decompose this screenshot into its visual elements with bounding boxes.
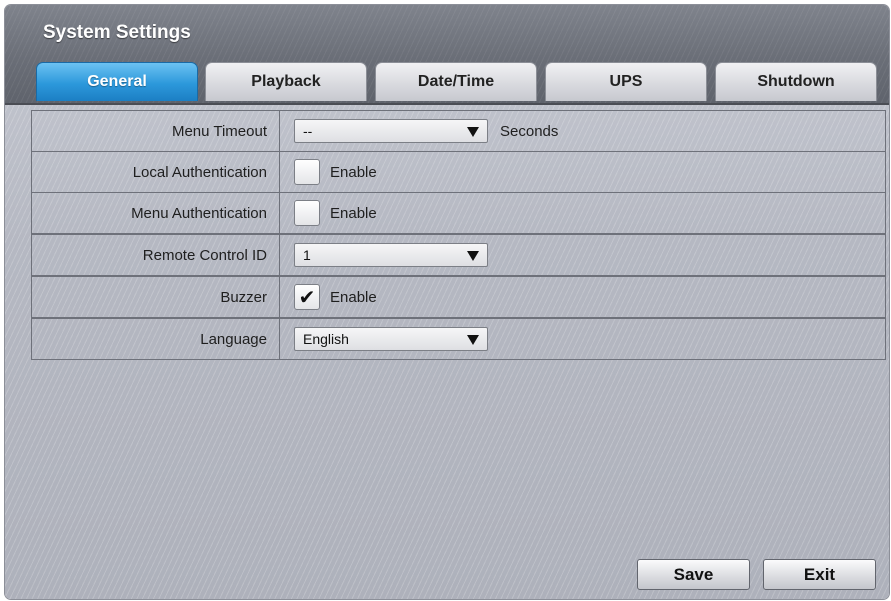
select-value: -- (303, 123, 313, 139)
setting-row-buzzer: Buzzer ✔ Enable (31, 276, 886, 318)
window-title: System Settings (43, 22, 191, 43)
setting-label: Menu Timeout (32, 111, 280, 151)
setting-value: English (280, 319, 885, 359)
setting-value: ✔ Enable (280, 277, 885, 317)
menu-authentication-checkbox[interactable] (294, 200, 320, 226)
tab-label: General (87, 73, 147, 90)
tab-label: Playback (251, 73, 321, 90)
setting-value: -- Seconds (280, 111, 885, 151)
setting-label: Local Authentication (32, 152, 280, 192)
checkmark-icon: ✔ (298, 286, 316, 309)
tab-label: Date/Time (417, 73, 495, 90)
setting-value: Enable (280, 152, 885, 192)
tab-ups[interactable]: UPS (545, 62, 707, 101)
tab-playback[interactable]: Playback (205, 62, 367, 101)
checkbox-label: Enable (330, 163, 377, 181)
remote-control-id-select[interactable]: 1 (294, 243, 488, 267)
exit-button[interactable]: Exit (763, 559, 876, 590)
setting-label: Remote Control ID (32, 235, 280, 275)
checkbox-label: Enable (330, 288, 377, 306)
setting-row-menu-authentication: Menu Authentication Enable (31, 192, 886, 234)
setting-label: Language (32, 319, 280, 359)
checkbox-label: Enable (330, 204, 377, 222)
tab-date-time[interactable]: Date/Time (375, 62, 537, 101)
local-authentication-checkbox[interactable] (294, 159, 320, 185)
tab-shutdown[interactable]: Shutdown (715, 62, 877, 101)
setting-label: Buzzer (32, 277, 280, 317)
select-value: 1 (303, 247, 311, 263)
buzzer-checkbox[interactable]: ✔ (294, 284, 320, 310)
dropdown-arrow-icon (467, 335, 479, 345)
language-select[interactable]: English (294, 327, 488, 351)
setting-row-language: Language English (31, 318, 886, 360)
setting-value: 1 (280, 235, 885, 275)
title-bar: System Settings General Playback Date/Ti… (5, 5, 889, 105)
save-button[interactable]: Save (637, 559, 750, 590)
select-value: English (303, 331, 349, 347)
dropdown-arrow-icon (467, 127, 479, 137)
setting-label: Menu Authentication (32, 193, 280, 233)
setting-value: Enable (280, 193, 885, 233)
setting-row-menu-timeout: Menu Timeout -- Seconds (31, 110, 886, 152)
tab-general[interactable]: General (36, 62, 198, 101)
tab-label: Shutdown (757, 73, 835, 90)
unit-label: Seconds (500, 122, 559, 140)
settings-window: System Settings General Playback Date/Ti… (5, 5, 889, 599)
dropdown-arrow-icon (467, 251, 479, 261)
setting-row-local-authentication: Local Authentication Enable (31, 151, 886, 193)
menu-timeout-select[interactable]: -- (294, 119, 488, 143)
tab-label: UPS (609, 73, 643, 90)
setting-row-remote-control-id: Remote Control ID 1 (31, 234, 886, 276)
